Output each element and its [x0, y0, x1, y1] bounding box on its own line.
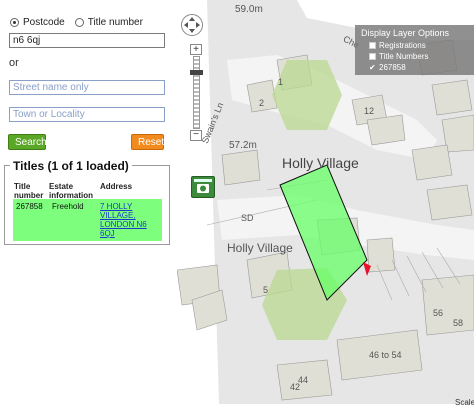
layer-toggle-title[interactable]: ✔ 267858: [369, 63, 406, 72]
zoom-out-icon[interactable]: −: [190, 130, 202, 141]
pan-control-icon[interactable]: [181, 14, 203, 36]
title-number-cell: 267858: [16, 202, 43, 211]
spot-height-label: 57.2m: [229, 140, 257, 151]
layer-options-title: Display Layer Options: [361, 28, 450, 38]
place-name-label: Holly Village: [282, 155, 359, 171]
spot-height-label: 59.0m: [235, 4, 263, 15]
layer-label: Title Numbers: [379, 52, 429, 61]
checkbox-icon[interactable]: [369, 42, 376, 49]
search-button[interactable]: Search: [8, 134, 47, 150]
zoom-slider[interactable]: [193, 56, 200, 129]
reset-button[interactable]: Reset: [131, 134, 164, 150]
checkmark-icon[interactable]: ✔: [369, 63, 376, 72]
layer-label: Registrations: [379, 41, 426, 50]
column-header-title-number: Title number: [14, 182, 44, 200]
titles-heading: Titles (1 of 1 loaded): [10, 159, 132, 173]
plot-number: 5: [263, 285, 269, 295]
layer-label: 267858: [379, 63, 406, 72]
title-number-radio-label[interactable]: Title number: [88, 17, 143, 28]
layer-toggle-title-numbers[interactable]: Title Numbers: [369, 52, 429, 61]
town-input[interactable]: Town or Locality: [9, 107, 165, 122]
camera-icon[interactable]: [191, 176, 215, 198]
search-panel: Postcode Title number n6 6qj or Street n…: [0, 0, 177, 404]
plot-number: 58: [453, 318, 464, 328]
postcode-radio[interactable]: [10, 18, 19, 27]
plot-number: 44: [298, 375, 309, 385]
street-input[interactable]: Street name only: [9, 80, 165, 95]
plot-number: SD: [241, 213, 254, 223]
search-mode-group: Postcode Title number: [10, 17, 153, 28]
address-link[interactable]: 7 HOLLY VILLAGE, LONDON N6 6QJ: [100, 202, 148, 238]
title-number-radio[interactable]: [74, 18, 84, 27]
plot-number: 46 to 54: [369, 350, 402, 360]
zoom-in-icon[interactable]: +: [190, 44, 202, 55]
place-name-label: Holly Village: [227, 241, 293, 255]
layer-toggle-registrations[interactable]: Registrations: [369, 41, 426, 50]
postcode-input[interactable]: n6 6qj: [9, 33, 165, 48]
postcode-radio-label[interactable]: Postcode: [23, 17, 65, 28]
or-label: or: [9, 57, 19, 69]
column-header-address: Address: [100, 182, 133, 191]
estate-cell: Freehold: [52, 202, 84, 211]
scale-label: Scale: [455, 398, 474, 407]
column-header-estate: Estate information: [49, 182, 93, 200]
plot-number: 12: [364, 106, 375, 116]
plot-number: 1: [278, 77, 284, 87]
layer-options-panel: Display Layer Options Registrations Titl…: [355, 25, 474, 75]
zoom-slider-handle[interactable]: [190, 70, 203, 75]
checkbox-icon[interactable]: [369, 53, 376, 60]
plot-number: 56: [433, 308, 444, 318]
plot-number: 2: [259, 98, 265, 108]
app-root: Postcode Title number n6 6qj or Street n…: [0, 0, 474, 407]
